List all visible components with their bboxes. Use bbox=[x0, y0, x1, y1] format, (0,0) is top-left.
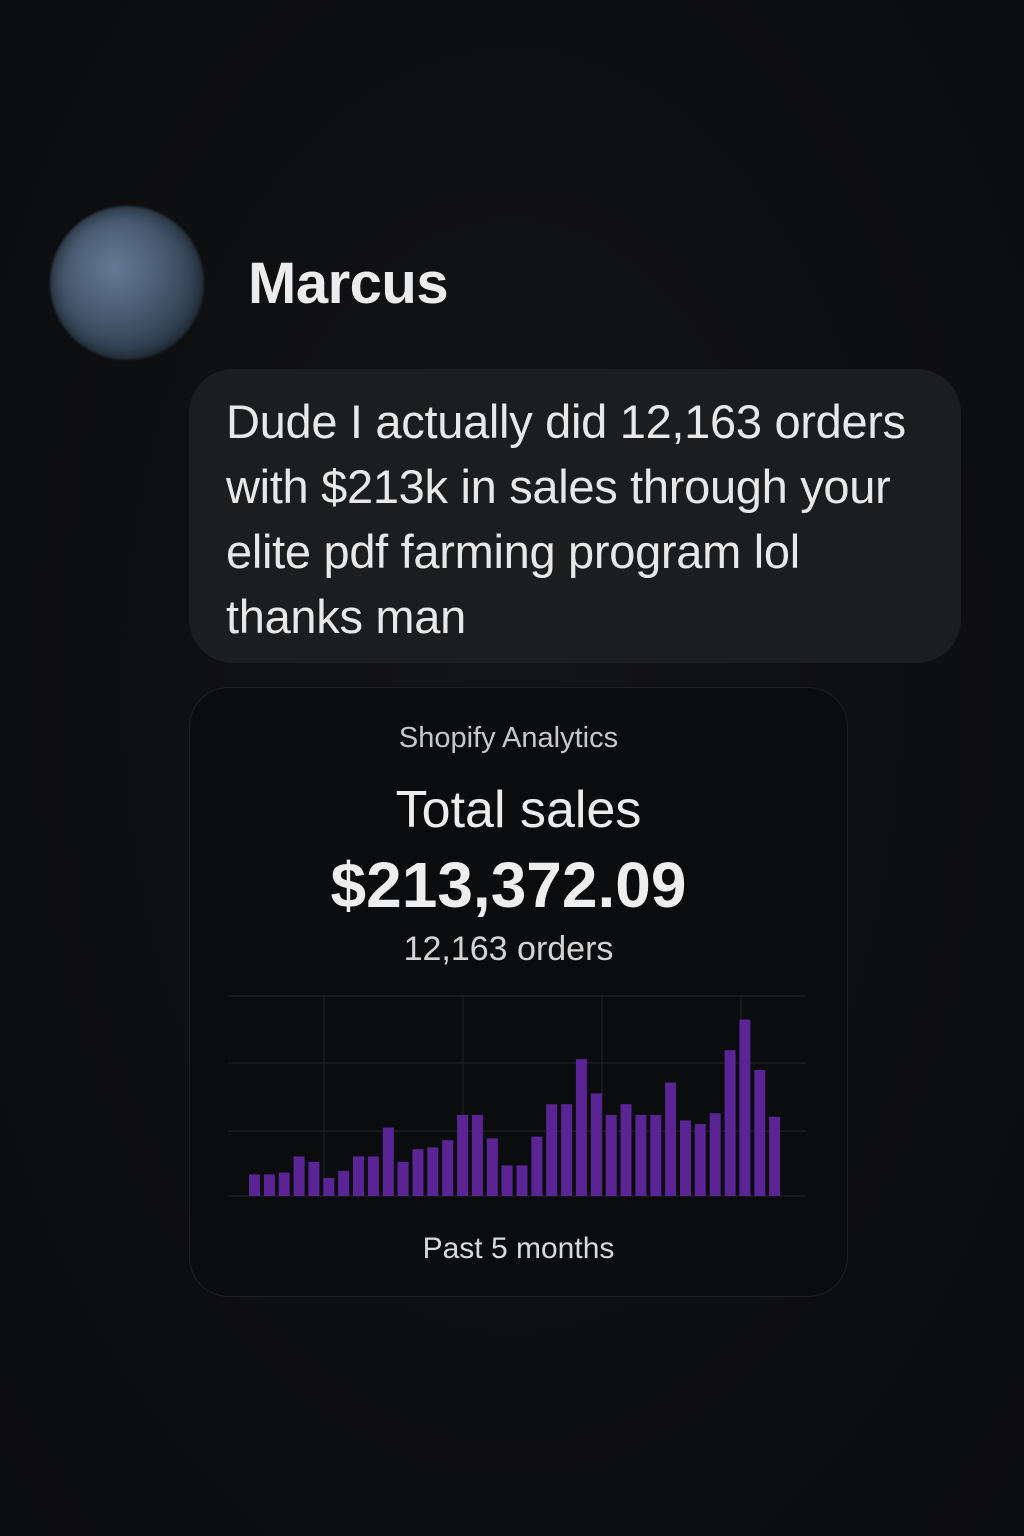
analytics-card[interactable]: Shopify Analytics Total sales $213,372.0… bbox=[189, 687, 848, 1297]
chart-bar bbox=[382, 1127, 394, 1196]
orders-count: 12,163 orders bbox=[403, 930, 614, 968]
message-bubble[interactable]: Dude I actually did 12,163 orders with $… bbox=[189, 369, 961, 663]
chart-bar bbox=[501, 1165, 513, 1196]
message-text: Dude I actually did 12,163 orders with $… bbox=[226, 395, 906, 643]
chart-bar bbox=[442, 1140, 454, 1196]
chart-bar bbox=[590, 1093, 602, 1196]
chart-bar bbox=[754, 1070, 766, 1196]
chart-bar bbox=[709, 1113, 721, 1196]
chart-bar bbox=[323, 1178, 335, 1196]
chart-bar bbox=[516, 1165, 528, 1196]
metric-label: Total sales bbox=[395, 781, 642, 839]
chart-bar bbox=[680, 1120, 691, 1196]
card-source-label: Shopify Analytics bbox=[398, 722, 619, 754]
chart-bar bbox=[531, 1136, 543, 1196]
chart-bar bbox=[263, 1174, 275, 1196]
chart-bar bbox=[367, 1156, 379, 1196]
chart-bar bbox=[338, 1170, 350, 1196]
chart-bar bbox=[650, 1115, 662, 1196]
chart-bar bbox=[308, 1161, 320, 1196]
chart-bar bbox=[739, 1019, 751, 1196]
chart-bar bbox=[353, 1156, 364, 1196]
period-label: Past 5 months bbox=[422, 1232, 615, 1265]
chart-bar bbox=[575, 1059, 587, 1196]
chart-bar bbox=[471, 1115, 483, 1196]
chart-bar bbox=[278, 1172, 290, 1196]
chart-bar bbox=[635, 1115, 647, 1196]
chart-bar bbox=[694, 1124, 706, 1196]
metric-value: $213,372.09 bbox=[330, 849, 687, 921]
chart-bar bbox=[561, 1104, 573, 1196]
sender-name: Marcus bbox=[248, 251, 449, 316]
chart-bar bbox=[769, 1116, 781, 1196]
sales-bar-chart bbox=[228, 995, 806, 1197]
chart-bar bbox=[620, 1104, 632, 1196]
chart-bar bbox=[605, 1115, 617, 1196]
chart-bar bbox=[486, 1138, 498, 1196]
chart-bar bbox=[293, 1156, 305, 1196]
chart-bar bbox=[724, 1050, 736, 1196]
chart-bar bbox=[412, 1149, 424, 1196]
chart-bar bbox=[665, 1082, 677, 1196]
chart-bar bbox=[427, 1147, 439, 1196]
chart-bar bbox=[457, 1115, 469, 1196]
chart-bar bbox=[546, 1104, 558, 1196]
chart-bar bbox=[397, 1161, 409, 1196]
chart-bar bbox=[249, 1174, 260, 1196]
avatar[interactable] bbox=[50, 206, 204, 360]
